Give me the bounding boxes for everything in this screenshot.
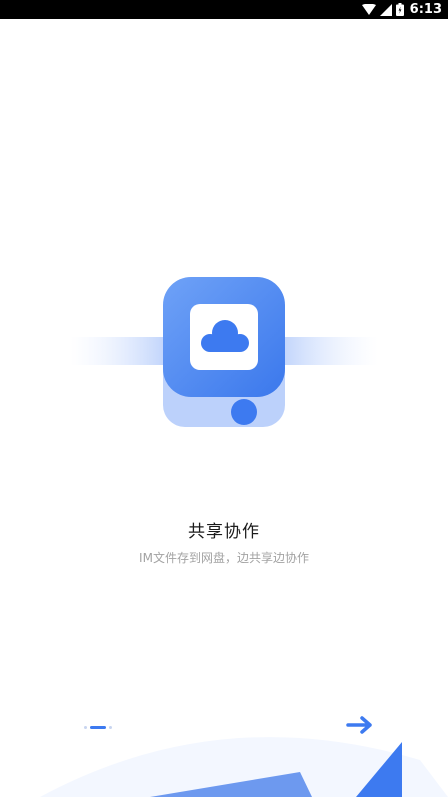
status-bar: 6:13 xyxy=(0,0,448,19)
wifi-icon xyxy=(361,3,376,16)
page-dot xyxy=(84,725,87,729)
status-icons: 6:13 xyxy=(361,0,442,19)
bottom-decoration xyxy=(0,730,448,797)
onboarding-subtitle: IM文件存到网盘，边共享边协作 xyxy=(139,551,309,565)
page-dot-active xyxy=(90,725,106,729)
onboarding-title: 共享协作 xyxy=(188,522,260,542)
page-dot xyxy=(109,725,112,729)
hero-illustration xyxy=(0,250,448,450)
status-time: 6:13 xyxy=(409,2,442,17)
cellular-signal-icon xyxy=(379,3,392,16)
battery-icon xyxy=(395,3,404,16)
